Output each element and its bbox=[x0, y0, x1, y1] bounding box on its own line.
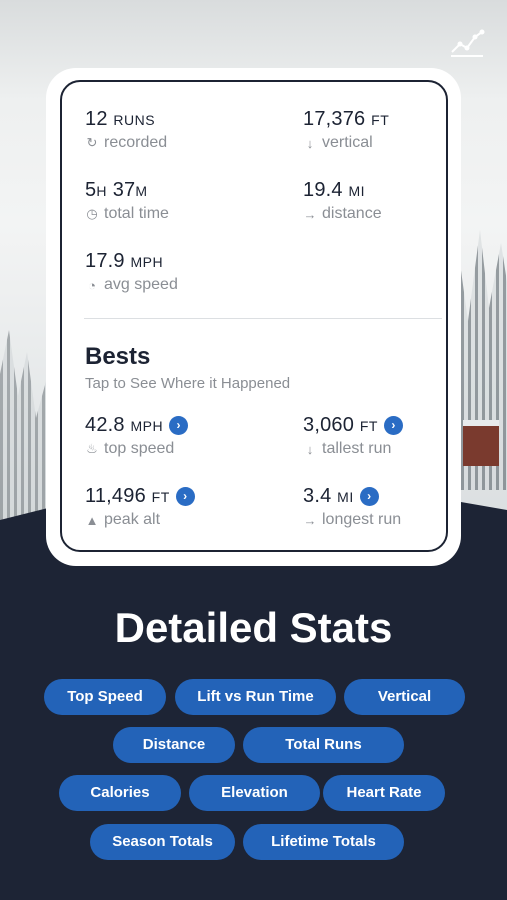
detailed-stats-headline: Detailed Stats bbox=[114, 604, 393, 651]
runs-value: 12 bbox=[85, 108, 108, 130]
stat-distance: 19.4 MI → distance bbox=[303, 179, 382, 223]
refresh-icon: ↻ bbox=[86, 135, 98, 150]
avg-speed-unit: MPH bbox=[130, 254, 164, 270]
pill-elevation[interactable]: Elevation bbox=[189, 775, 320, 811]
vertical-value: 17,376 bbox=[303, 108, 366, 130]
time-hours-unit: H bbox=[96, 183, 107, 199]
distance-unit: MI bbox=[348, 183, 366, 199]
arrow-right-icon: → bbox=[303, 512, 317, 528]
time-label: total time bbox=[104, 205, 169, 222]
stat-runs: 12 RUNS ↻ recorded bbox=[85, 108, 167, 152]
stat-total-time: 5H 37M ◷ total time bbox=[85, 179, 169, 223]
top-speed-label: top speed bbox=[104, 440, 175, 457]
chevron-right-icon[interactable]: › bbox=[169, 416, 189, 435]
peak-alt-label: peak alt bbox=[104, 511, 161, 528]
vertical-unit: FT bbox=[371, 112, 390, 128]
pill-top-speed[interactable]: Top Speed bbox=[44, 679, 166, 715]
tallest-run-value: 3,060 bbox=[303, 414, 355, 436]
arrow-down-icon: ↓ bbox=[306, 135, 314, 151]
chevron-right-icon[interactable]: › bbox=[359, 487, 379, 506]
vertical-label: vertical bbox=[322, 134, 373, 151]
pill-season-totals[interactable]: Season Totals bbox=[90, 824, 235, 860]
cabin-decoration bbox=[463, 420, 499, 466]
chevron-right-icon[interactable]: › bbox=[175, 487, 195, 506]
pill-lift-vs-run-time[interactable]: Lift vs Run Time bbox=[175, 679, 336, 715]
distance-label: distance bbox=[322, 205, 382, 222]
longest-run-unit: MI bbox=[337, 489, 354, 505]
peak-alt-unit: FT bbox=[151, 489, 170, 505]
runs-label: recorded bbox=[104, 134, 168, 151]
avg-speed-label: avg speed bbox=[104, 276, 178, 293]
best-peak-alt[interactable]: 11,496 FT › ▲ peak alt bbox=[85, 485, 195, 529]
stat-avg-speed: 17.9 MPH ◔ avg speed bbox=[85, 250, 178, 294]
clock-icon: ◷ bbox=[86, 206, 98, 221]
flame-icon: ♨ bbox=[86, 441, 98, 456]
bests-title: Bests bbox=[85, 343, 151, 370]
pill-lifetime-totals[interactable]: Lifetime Totals bbox=[243, 824, 404, 860]
time-minutes: 37 bbox=[112, 179, 136, 201]
runs-unit: RUNS bbox=[113, 112, 156, 128]
bests-subtitle: Tap to See Where it Happened bbox=[85, 375, 291, 392]
longest-run-value: 3.4 bbox=[303, 485, 332, 507]
pill-calories[interactable]: Calories bbox=[59, 775, 181, 811]
top-speed-unit: MPH bbox=[130, 418, 164, 434]
stat-vertical: 17,376 FT ↓ vertical bbox=[303, 108, 389, 152]
pill-heart-rate[interactable]: Heart Rate bbox=[323, 775, 445, 811]
best-tallest-run[interactable]: 3,060 FT › ↓ tallest run bbox=[303, 414, 403, 458]
pill-distance[interactable]: Distance bbox=[113, 727, 235, 763]
tallest-run-unit: FT bbox=[359, 418, 378, 434]
arrow-right-icon: → bbox=[303, 206, 317, 222]
best-longest-run[interactable]: 3.4 MI › → longest run bbox=[303, 485, 401, 529]
top-speed-value: 42.8 bbox=[85, 414, 125, 436]
chevron-right-icon[interactable]: › bbox=[383, 416, 403, 435]
longest-run-label: longest run bbox=[322, 511, 402, 528]
avg-speed-value: 17.9 bbox=[85, 250, 125, 272]
gauge-icon: ◔ bbox=[88, 277, 96, 293]
pill-total-runs[interactable]: Total Runs bbox=[243, 727, 404, 763]
mountain-icon: ▲ bbox=[85, 512, 99, 528]
stats-divider bbox=[84, 318, 442, 319]
arrow-down-icon: ↓ bbox=[306, 441, 314, 457]
chart-trend-icon[interactable] bbox=[449, 28, 485, 58]
peak-alt-value: 11,496 bbox=[85, 485, 146, 507]
time-minutes-unit: M bbox=[135, 183, 148, 199]
time-hours: 5 bbox=[85, 179, 97, 201]
best-top-speed[interactable]: 42.8 MPH › ♨ top speed bbox=[85, 414, 189, 458]
pill-vertical[interactable]: Vertical bbox=[344, 679, 465, 715]
distance-value: 19.4 bbox=[303, 179, 343, 201]
tallest-run-label: tallest run bbox=[322, 440, 392, 457]
